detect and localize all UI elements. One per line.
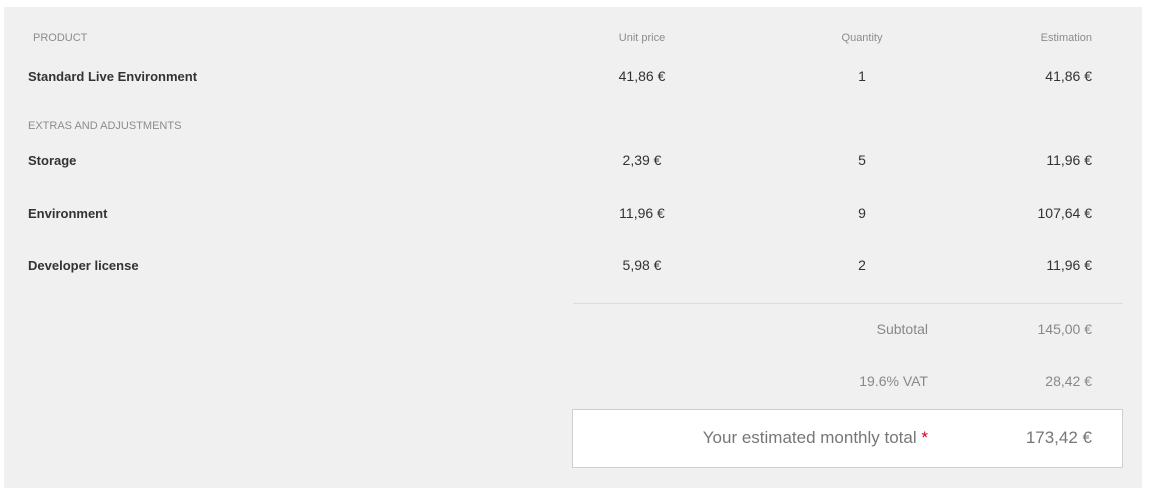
column-header-product: PRODUCT (33, 32, 88, 44)
product-quantity: 1 (858, 68, 866, 84)
extra-quantity: 9 (858, 205, 866, 221)
estimated-total-box: Your estimated monthly total * 173,42 € (572, 409, 1123, 468)
extra-name: Environment (28, 206, 108, 221)
extra-unit-price: 2,39 € (622, 152, 662, 168)
required-asterisk: * (921, 428, 928, 447)
total-label-group: Your estimated monthly total * (703, 428, 928, 448)
column-header-quantity: Quantity (841, 32, 883, 44)
subtotal-value: 145,00 € (1037, 321, 1093, 337)
product-estimation: 41,86 € (1045, 68, 1092, 84)
product-unit-price: 41,86 € (618, 68, 666, 84)
vat-label: 19.6% VAT (859, 373, 928, 389)
extra-name: Storage (28, 153, 77, 168)
extra-quantity: 5 (858, 152, 866, 168)
column-header-unit-price: Unit price (618, 32, 666, 44)
subtotal-label: Subtotal (876, 321, 928, 337)
total-value: 173,42 € (1025, 428, 1092, 447)
extra-unit-price: 5,98 € (622, 257, 662, 273)
extra-estimation: 11,96 € (1046, 152, 1092, 168)
extra-estimation: 11,96 € (1046, 257, 1092, 273)
total-label: Your estimated monthly total (702, 428, 917, 447)
summary-divider (573, 303, 1123, 304)
extra-estimation: 107,64 € (1037, 205, 1093, 221)
product-name: Standard Live Environment (28, 69, 198, 84)
extra-name: Developer license (28, 258, 139, 273)
price-estimate-panel: PRODUCT Unit price Quantity Estimation S… (4, 7, 1142, 488)
extra-quantity: 2 (858, 257, 866, 273)
vat-value: 28,42 € (1045, 373, 1092, 389)
extra-unit-price: 11,96 € (619, 205, 665, 221)
column-header-estimation: Estimation (1040, 32, 1092, 44)
extras-heading: EXTRAS AND ADJUSTMENTS (28, 120, 182, 132)
